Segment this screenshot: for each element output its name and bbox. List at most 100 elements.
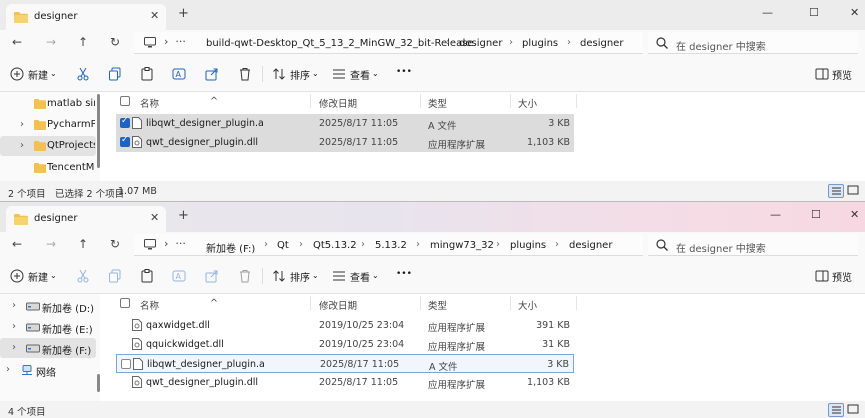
preview-pane-icon[interactable] [815, 269, 829, 283]
tree-item-selected[interactable]: › 新加卷 (F:) [0, 338, 96, 358]
chevron-down-icon[interactable]: ⌄ [50, 69, 57, 78]
maximize-icon[interactable]: ☐ [809, 6, 819, 19]
chevron-right-icon[interactable]: › [416, 239, 420, 250]
new-icon[interactable] [10, 269, 24, 283]
refresh-icon[interactable]: ↻ [110, 36, 120, 48]
share-icon[interactable] [205, 269, 219, 283]
chevron-right-icon[interactable]: › [12, 342, 16, 353]
breadcrumb-item[interactable]: 5.13.2 [375, 240, 407, 251]
share-icon[interactable] [205, 67, 219, 81]
column-modified[interactable]: 修改日期 [319, 298, 357, 312]
chevron-right-icon[interactable]: › [555, 239, 559, 250]
tree-item-selected[interactable]: › QtProjects [0, 136, 96, 156]
sort-button[interactable]: 排序 [290, 269, 310, 284]
copy-icon[interactable] [108, 269, 122, 283]
breadcrumb-item[interactable]: plugins [522, 38, 558, 49]
column-size[interactable]: 大小 [518, 96, 537, 110]
chevron-down-icon[interactable]: ⌄ [50, 271, 57, 280]
column-modified[interactable]: 修改日期 [319, 96, 357, 110]
chevron-right-icon[interactable]: › [20, 140, 24, 151]
refresh-icon[interactable]: ↻ [110, 238, 120, 250]
back-icon[interactable]: ← [12, 238, 22, 250]
rename-icon[interactable]: A [172, 269, 186, 283]
file-row[interactable]: qwt_designer_plugin.dll 2025/8/17 11:05 … [116, 373, 574, 392]
copy-icon[interactable] [108, 67, 122, 81]
search-box[interactable]: 在 designer 中搜索 [648, 32, 858, 54]
more-options-icon[interactable]: ••• [396, 67, 412, 77]
scrollbar[interactable] [97, 374, 100, 392]
chevron-down-icon[interactable]: ⌄ [312, 271, 319, 280]
tiles-view-icon[interactable] [846, 403, 862, 417]
chevron-right-icon[interactable]: › [361, 239, 365, 250]
chevron-right-icon[interactable]: › [496, 239, 500, 250]
window-tab[interactable]: designer ✕ [6, 4, 166, 30]
column-divider[interactable] [576, 296, 577, 310]
tree-item[interactable]: matlab simu [0, 94, 96, 114]
file-row-focused[interactable]: libqwt_designer_plugin.a 2025/8/17 11:05… [116, 354, 574, 373]
row-checkbox[interactable] [121, 359, 131, 369]
tree-item[interactable]: › 网络 [0, 360, 96, 380]
select-all-checkbox[interactable] [120, 96, 130, 106]
row-checkbox[interactable] [120, 135, 130, 147]
minimize-icon[interactable]: — [762, 6, 773, 19]
maximize-icon[interactable]: ☐ [811, 208, 821, 221]
new-button[interactable]: 新建 [28, 269, 48, 284]
breadcrumb-overflow-icon[interactable]: › ··· [164, 35, 186, 48]
scrollbar[interactable] [97, 94, 100, 168]
chevron-right-icon[interactable]: › [509, 37, 513, 48]
paste-icon[interactable] [140, 269, 154, 283]
column-divider[interactable] [420, 94, 421, 108]
details-view-icon[interactable] [828, 184, 844, 198]
delete-icon[interactable] [238, 67, 252, 81]
breadcrumb-overflow-icon[interactable]: › ··· [164, 237, 186, 250]
view-button[interactable]: 查看 [350, 67, 370, 82]
chevron-right-icon[interactable]: › [12, 300, 16, 311]
breadcrumb-item[interactable]: build-qwt-Desktop_Qt_5_13_2_MinGW_32_bit… [206, 38, 474, 49]
row-checkbox[interactable] [120, 116, 130, 128]
breadcrumb-item[interactable]: designer [459, 38, 502, 49]
breadcrumb-item[interactable]: Qt [277, 240, 289, 251]
chevron-down-icon[interactable]: ⌄ [312, 69, 319, 78]
address-bar[interactable]: › ··· build-qwt-Desktop_Qt_5_13_2_MinGW_… [134, 32, 643, 54]
chevron-down-icon[interactable]: ⌄ [372, 271, 379, 280]
chevron-right-icon[interactable]: › [264, 239, 268, 250]
breadcrumb-item[interactable]: designer [569, 240, 612, 251]
new-button[interactable]: 新建 [28, 67, 48, 82]
tree-item[interactable]: › 新加卷 (E:) [0, 317, 96, 337]
chevron-right-icon[interactable]: › [20, 119, 24, 130]
chevron-down-icon[interactable]: ⌄ [372, 69, 379, 78]
file-row[interactable]: qaxwidget.dll 2019/10/25 23:04 应用程序扩展 39… [116, 316, 574, 335]
column-type[interactable]: 类型 [428, 96, 447, 110]
view-icon[interactable] [332, 67, 346, 81]
file-row[interactable]: qwt_designer_plugin.dll 2025/8/17 11:05 … [116, 133, 574, 152]
sort-button[interactable]: 排序 [290, 67, 310, 82]
new-tab-icon[interactable]: + [178, 7, 189, 20]
column-name[interactable]: 名称 [140, 96, 159, 110]
column-divider[interactable] [310, 94, 311, 108]
forward-icon[interactable]: → [46, 36, 56, 48]
sort-icon[interactable] [272, 67, 286, 81]
tree-item[interactable]: › 新加卷 (D:) [0, 296, 96, 316]
preview-pane-icon[interactable] [815, 67, 829, 81]
more-options-icon[interactable]: ••• [396, 269, 412, 279]
forward-icon[interactable]: → [46, 238, 56, 250]
back-icon[interactable]: ← [12, 36, 22, 48]
new-icon[interactable] [10, 67, 24, 81]
preview-button[interactable]: 预览 [832, 67, 852, 82]
breadcrumb-item[interactable]: mingw73_32 [430, 240, 494, 251]
breadcrumb-item[interactable]: 新加卷 (F:) [206, 240, 255, 255]
preview-button[interactable]: 预览 [832, 269, 852, 284]
sort-icon[interactable] [272, 269, 286, 283]
breadcrumb-item[interactable]: plugins [510, 240, 546, 251]
column-divider[interactable] [310, 296, 311, 310]
breadcrumb-item[interactable]: Qt5.13.2 [313, 240, 357, 251]
file-row[interactable]: libqwt_designer_plugin.a 2025/8/17 11:05… [116, 114, 574, 133]
rename-icon[interactable]: A [172, 67, 186, 81]
cut-icon[interactable] [76, 67, 90, 81]
column-name[interactable]: 名称 [140, 298, 159, 312]
chevron-right-icon[interactable]: › [12, 321, 16, 332]
column-divider[interactable] [420, 296, 421, 310]
up-icon[interactable]: ↑ [78, 238, 88, 250]
close-tab-icon[interactable]: ✕ [150, 9, 159, 22]
tree-item[interactable]: › PycharmProj [0, 115, 96, 135]
